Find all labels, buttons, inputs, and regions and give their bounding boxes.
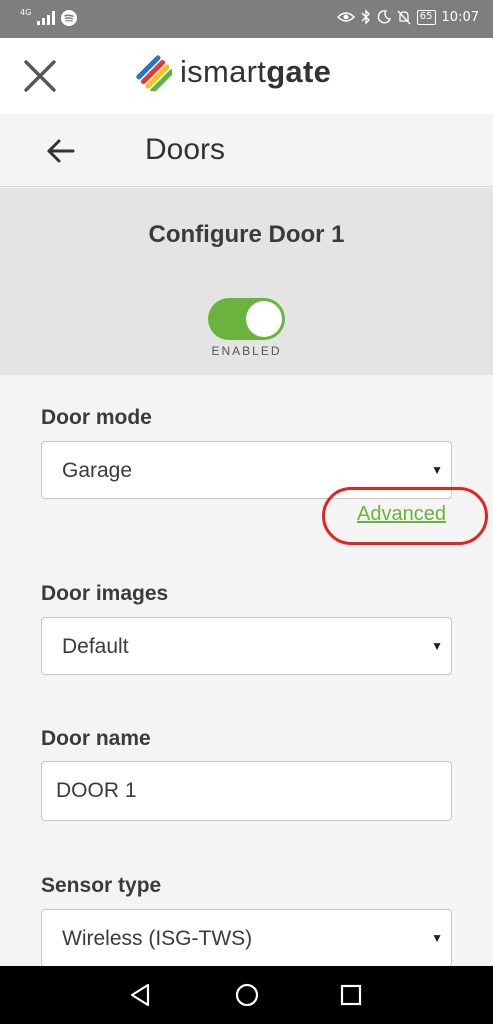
brand-name-light: ismart (180, 54, 267, 89)
logo-mark-icon (136, 55, 172, 91)
bell-muted-icon (397, 10, 411, 24)
bluetooth-icon (361, 9, 370, 25)
brand-name: ismartgate (180, 54, 331, 90)
square-recents-icon (340, 984, 362, 1006)
door-name-label: Door name (41, 727, 151, 750)
enabled-toggle[interactable] (208, 298, 285, 340)
door-mode-select[interactable]: Garage ▼ (41, 441, 452, 499)
door-mode-value: Garage (62, 459, 133, 482)
door-name-input[interactable] (41, 761, 452, 821)
brand-logo: ismartgate (134, 53, 331, 91)
config-panel: Configure Door 1 ENABLED (0, 188, 493, 375)
config-title: Configure Door 1 (148, 221, 345, 248)
sensor-type-label: Sensor type (41, 874, 162, 897)
spotify-icon (61, 10, 78, 26)
status-bar: 4G 65 10:07 (0, 0, 493, 38)
door-images-select[interactable]: Default ▼ (41, 617, 452, 675)
sensor-type-select[interactable]: Wireless (ISG-TWS) ▼ (41, 909, 452, 967)
close-icon (24, 60, 56, 92)
arrow-left-icon (47, 139, 75, 163)
network-type-label: 4G (20, 8, 32, 17)
brand-name-bold: gate (266, 54, 332, 89)
door-images-label: Door images (41, 582, 169, 605)
back-button[interactable] (44, 134, 78, 168)
moon-icon (377, 10, 391, 24)
door-images-value: Default (62, 635, 129, 658)
page-title: Doors (145, 133, 226, 166)
triangle-back-icon (130, 983, 150, 1007)
eye-icon (336, 12, 355, 22)
android-nav-bar (0, 966, 493, 1024)
close-button[interactable] (20, 56, 60, 96)
caret-down-icon: ▼ (431, 463, 443, 477)
caret-down-icon: ▼ (431, 931, 443, 945)
status-right: 65 10:07 (336, 9, 479, 25)
sensor-type-value: Wireless (ISG-TWS) (62, 927, 253, 950)
circle-home-icon (235, 983, 259, 1007)
caret-down-icon: ▼ (431, 639, 443, 653)
android-home-button[interactable] (232, 980, 262, 1010)
battery-indicator: 65 (416, 9, 436, 25)
toggle-knob (246, 301, 282, 337)
door-mode-label: Door mode (41, 406, 152, 429)
status-left: 4G (20, 8, 78, 26)
clock: 10:07 (441, 9, 479, 25)
toggle-label: ENABLED (211, 344, 282, 358)
android-recents-button[interactable] (336, 980, 366, 1010)
android-back-button[interactable] (126, 980, 156, 1010)
advanced-link[interactable]: Advanced (357, 503, 446, 526)
signal-icon (37, 11, 56, 25)
app-header: ismartgate (0, 38, 493, 114)
nav-bar: Doors (0, 114, 493, 187)
